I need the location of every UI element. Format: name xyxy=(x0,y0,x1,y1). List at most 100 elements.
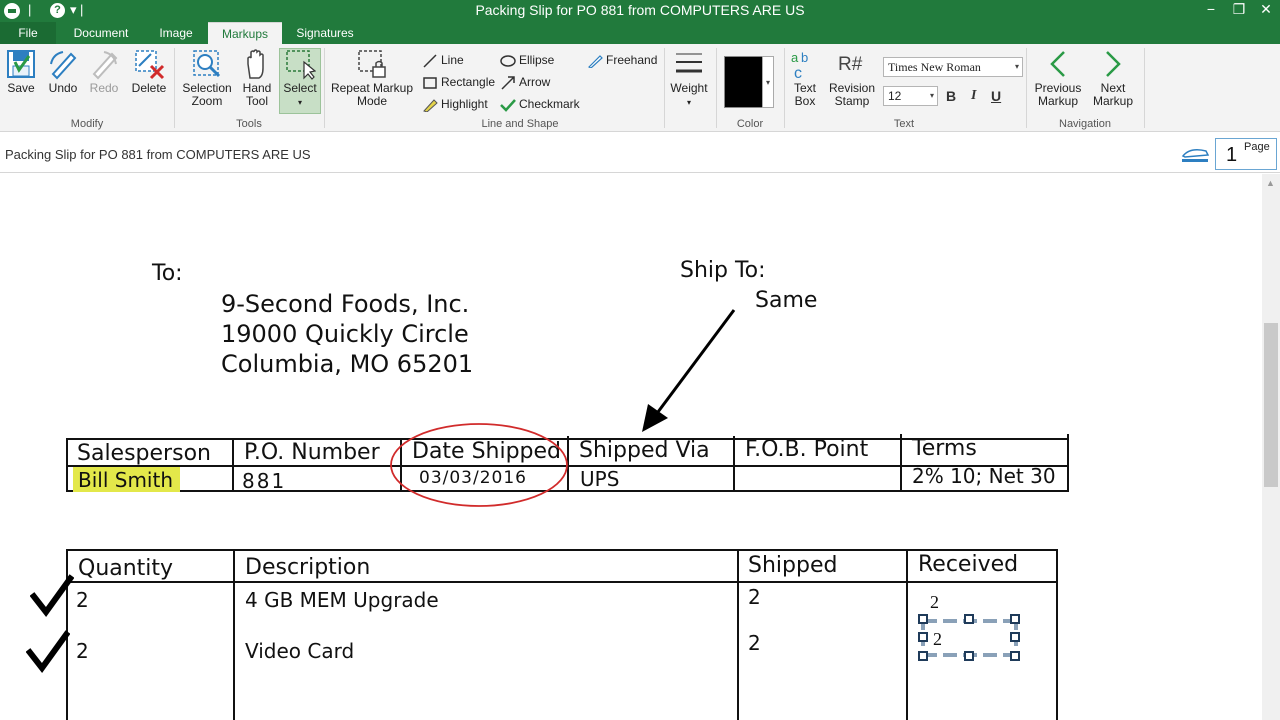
shipped-cell: 2 xyxy=(748,585,761,609)
tab-signatures[interactable]: Signatures xyxy=(286,22,364,44)
address-line: 19000 Quickly Circle xyxy=(221,320,469,348)
close-button[interactable]: ✕ xyxy=(1251,1,1280,18)
redo-button[interactable]: Redo xyxy=(86,48,122,95)
ellipse-label: Ellipse xyxy=(519,53,555,67)
text-box-label-1: Text xyxy=(793,81,816,95)
resize-handle[interactable] xyxy=(1010,651,1020,661)
redo-label: Redo xyxy=(89,81,119,95)
revision-stamp-label-2: Stamp xyxy=(834,94,870,108)
previous-markup-button[interactable]: Previous Markup xyxy=(1032,48,1084,108)
selection-zoom-label-2: Zoom xyxy=(191,94,223,108)
stapler-icon[interactable] xyxy=(1180,145,1210,163)
arrow-button[interactable]: Arrow xyxy=(500,73,550,91)
text-box-label-2: Box xyxy=(794,94,816,108)
restore-button[interactable]: ❐ xyxy=(1224,1,1254,18)
resize-handle[interactable] xyxy=(918,632,928,642)
table-border xyxy=(906,549,908,720)
weight-dropdown-icon[interactable]: ▾ xyxy=(687,98,691,107)
undo-pen-icon xyxy=(50,51,77,80)
undo-label: Undo xyxy=(48,81,78,95)
revision-stamp-button[interactable]: R# Revision Stamp xyxy=(828,48,876,108)
header-salesperson: Salesperson xyxy=(77,441,211,466)
repeat-markup-mode-button[interactable]: Repeat Markup Mode xyxy=(330,48,414,108)
italic-button[interactable]: I xyxy=(971,88,976,104)
ellipse-icon xyxy=(500,55,516,67)
ellipse-markup[interactable] xyxy=(388,420,570,510)
separator xyxy=(716,48,717,128)
delete-button[interactable]: Delete xyxy=(129,48,169,95)
checkmark-markup[interactable] xyxy=(30,572,74,618)
shipped-cell: 2 xyxy=(748,631,761,655)
repeat-markup-icon xyxy=(358,50,386,78)
tab-file[interactable]: File xyxy=(0,22,56,44)
ellipse-button[interactable]: Ellipse xyxy=(500,51,554,69)
line-button[interactable]: Line xyxy=(422,51,464,69)
minimize-button[interactable]: − xyxy=(1196,1,1226,17)
color-swatch[interactable] xyxy=(724,56,764,108)
salesperson-value: Bill Smith xyxy=(78,468,173,492)
weight-button[interactable]: Weight ▾ xyxy=(668,48,710,109)
svg-text:a: a xyxy=(791,50,799,65)
resize-handle[interactable] xyxy=(1010,614,1020,624)
select-dropdown-icon[interactable]: ▾ xyxy=(298,98,302,107)
page-label: Page xyxy=(1244,141,1270,153)
color-group-label: Color xyxy=(736,118,764,130)
checkmark-button[interactable]: Checkmark xyxy=(500,95,580,113)
underline-button[interactable]: U xyxy=(991,88,1001,104)
to-label: To: xyxy=(152,261,183,286)
scroll-up-icon[interactable]: ▲ xyxy=(1266,178,1275,188)
resize-handle[interactable] xyxy=(964,651,974,661)
color-dropdown-icon[interactable]: ▾ xyxy=(762,56,774,108)
resize-handle[interactable] xyxy=(1010,632,1020,642)
rectangle-button[interactable]: Rectangle xyxy=(422,73,495,91)
document-view[interactable]: To: 9-Second Foods, Inc. 19000 Quickly C… xyxy=(0,174,1262,720)
separator xyxy=(1144,48,1145,128)
title-bar: | ? ▾ | Packing Slip for PO 881 from COM… xyxy=(0,0,1280,22)
quantity-cell: 2 xyxy=(76,639,89,663)
line-shape-group-label: Line and Shape xyxy=(481,118,559,130)
description-cell: Video Card xyxy=(245,639,355,663)
scroll-thumb[interactable] xyxy=(1264,323,1278,487)
resize-handle[interactable] xyxy=(964,614,974,624)
text-box-button[interactable]: abc Text Box xyxy=(788,48,822,108)
arrow-markup[interactable] xyxy=(630,304,740,436)
separator xyxy=(1026,48,1027,128)
table-border xyxy=(232,438,234,492)
vertical-scrollbar[interactable]: ▲ xyxy=(1262,174,1280,720)
selection-zoom-button[interactable]: Selection Zoom xyxy=(180,48,234,108)
tab-document[interactable]: Document xyxy=(62,22,140,44)
table-border xyxy=(1056,549,1058,720)
received-cell: 2 xyxy=(930,592,939,612)
previous-markup-label-2: Markup xyxy=(1037,94,1078,108)
tab-image[interactable]: Image xyxy=(146,22,206,44)
received-cell: 2 xyxy=(933,629,942,649)
header-terms: Terms xyxy=(912,436,977,461)
svg-text:R#: R# xyxy=(838,54,863,75)
resize-handle[interactable] xyxy=(918,614,928,624)
bold-button[interactable]: B xyxy=(946,88,956,104)
description-cell: 4 GB MEM Upgrade xyxy=(245,588,439,612)
save-button[interactable]: Save xyxy=(3,48,39,95)
shipped-via-value: UPS xyxy=(580,467,620,491)
freehand-button[interactable]: Freehand xyxy=(587,51,657,69)
checkmark-markup[interactable] xyxy=(26,628,70,674)
line-label: Line xyxy=(441,53,464,67)
undo-button[interactable]: Undo xyxy=(45,48,81,95)
ship-to-label: Ship To: xyxy=(680,258,766,283)
highlight-button[interactable]: Highlight xyxy=(422,95,488,113)
select-button[interactable]: Select ▾ xyxy=(280,48,320,109)
resize-handle[interactable] xyxy=(918,651,928,661)
font-name-select[interactable]: Times New Roman ▾ xyxy=(883,57,1023,77)
hand-tool-button[interactable]: Hand Tool xyxy=(238,48,276,108)
font-size-select[interactable]: 12 ▾ xyxy=(883,86,938,106)
next-markup-button[interactable]: Next Markup xyxy=(1090,48,1136,108)
table-border xyxy=(233,551,235,720)
delete-label: Delete xyxy=(131,81,167,95)
checkmark-label: Checkmark xyxy=(519,97,580,111)
tab-markups[interactable]: Markups xyxy=(208,22,282,44)
header-shipped-via: Shipped Via xyxy=(579,438,710,463)
document-header: Packing Slip for PO 881 from COMPUTERS A… xyxy=(0,133,1280,173)
page-indicator[interactable]: 1 Page xyxy=(1215,138,1277,170)
highlighter-icon xyxy=(423,99,438,112)
redo-pen-icon xyxy=(92,51,118,80)
